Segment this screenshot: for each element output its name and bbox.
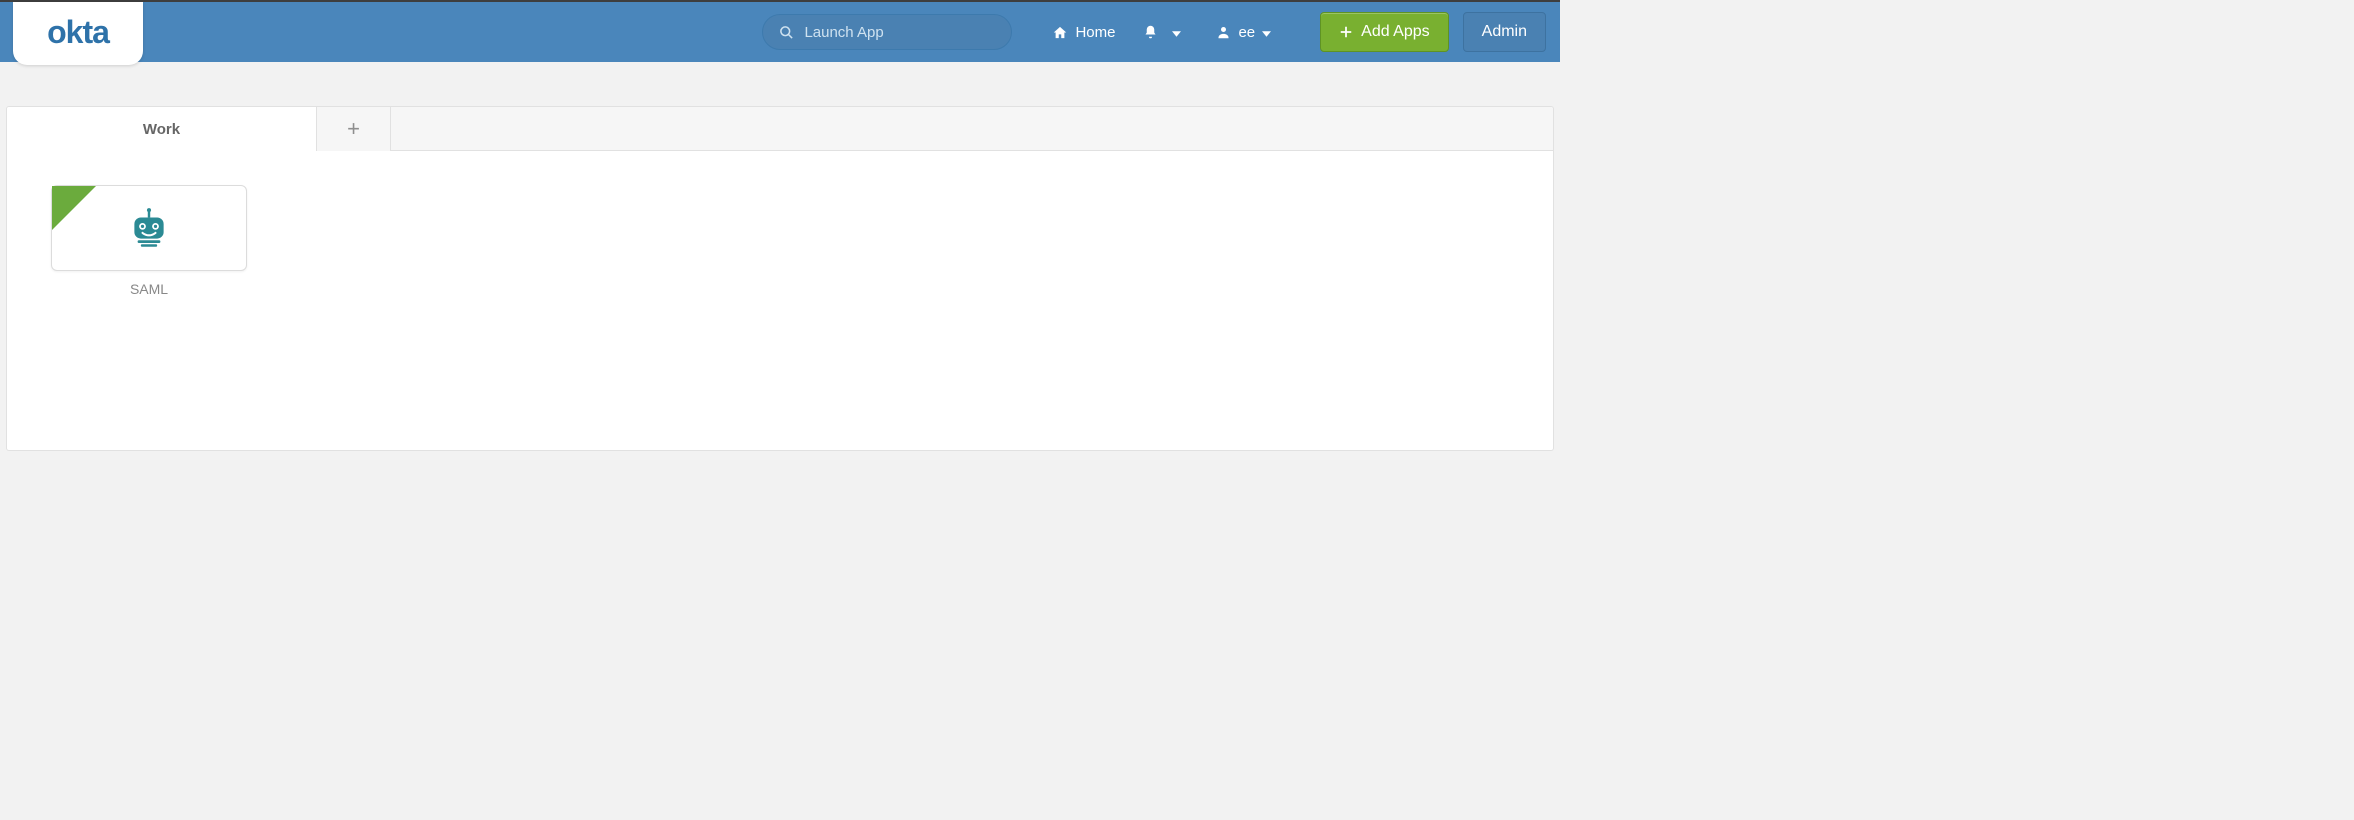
home-icon: [1052, 25, 1068, 40]
tab-add[interactable]: +: [317, 107, 391, 151]
add-apps-button[interactable]: Add Apps: [1320, 12, 1449, 52]
nav-links: Home ee: [1038, 18, 1292, 47]
robot-icon: [123, 202, 175, 254]
nav-user-menu[interactable]: ee: [1202, 18, 1292, 47]
bell-icon: [1143, 24, 1158, 40]
logo[interactable]: okta: [13, 2, 143, 65]
tab-bar: Work +: [6, 106, 1554, 151]
app-label: SAML: [130, 281, 168, 297]
app-card-saml: NEW SAML: [51, 185, 247, 297]
header-actions: Add Apps Admin: [1320, 12, 1546, 52]
app-chiclet-saml[interactable]: NEW: [51, 185, 247, 271]
nav-user-label: ee: [1238, 24, 1255, 41]
nav-notifications[interactable]: [1129, 18, 1202, 47]
admin-button[interactable]: Admin: [1463, 12, 1546, 52]
top-nav: okta Launch App Home ee: [0, 2, 1560, 62]
tab-label: Work: [143, 121, 180, 138]
nav-home-label: Home: [1075, 24, 1115, 41]
plus-icon: +: [347, 116, 360, 142]
admin-label: Admin: [1482, 23, 1527, 41]
nav-home[interactable]: Home: [1038, 18, 1129, 47]
plus-icon: [1339, 25, 1353, 39]
user-icon: [1216, 24, 1231, 40]
launch-app-placeholder: Launch App: [804, 24, 883, 41]
new-badge-label: NEW: [12, 176, 49, 213]
tab-panel: NEW SAML: [6, 151, 1554, 451]
okta-logo-text: okta: [47, 16, 109, 48]
tab-work[interactable]: Work: [7, 107, 317, 151]
caret-down-icon: [1262, 24, 1278, 41]
caret-down-icon: [1172, 24, 1188, 41]
search-icon: [779, 25, 794, 40]
add-apps-label: Add Apps: [1361, 23, 1430, 41]
new-badge: NEW: [52, 186, 96, 230]
tab-bar-remainder: [391, 107, 1553, 151]
app-grid: NEW SAML: [51, 185, 1509, 297]
content: Work + NEW: [0, 62, 1560, 451]
launch-app-search[interactable]: Launch App: [762, 14, 1012, 50]
